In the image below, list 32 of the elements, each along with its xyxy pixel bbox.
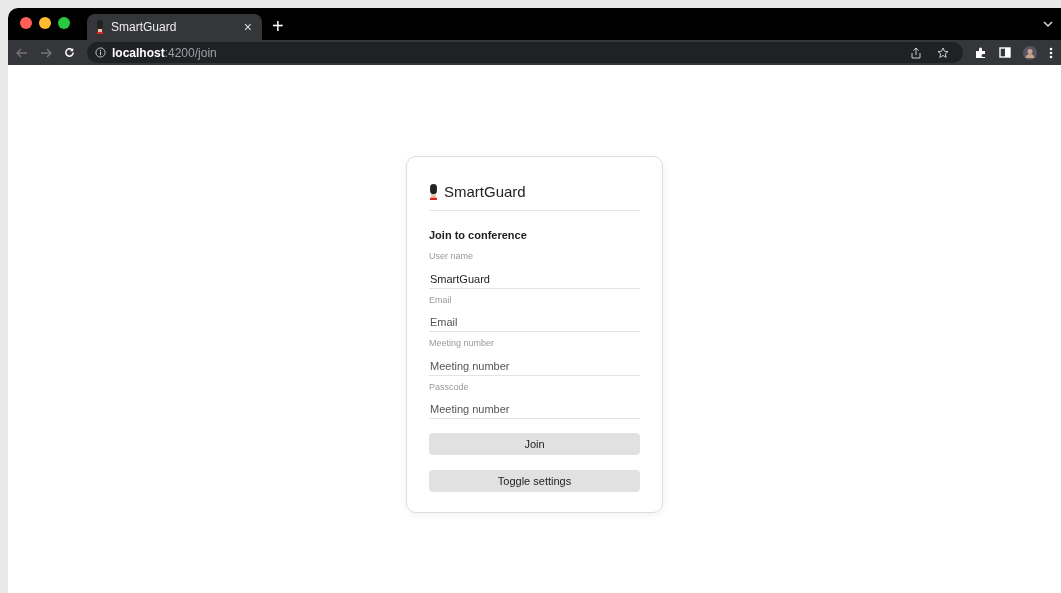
close-window-icon[interactable] bbox=[20, 17, 32, 29]
side-panel-icon[interactable] bbox=[999, 47, 1011, 58]
share-icon[interactable] bbox=[911, 46, 921, 59]
brand-title: SmartGuard bbox=[444, 182, 526, 202]
menu-icon[interactable] bbox=[1049, 46, 1053, 59]
field-label: User name bbox=[429, 250, 474, 263]
maximize-window-icon[interactable] bbox=[58, 17, 70, 29]
forward-icon[interactable] bbox=[40, 47, 52, 58]
close-tab-button[interactable]: × bbox=[243, 16, 252, 38]
input-field[interactable]: Email bbox=[429, 315, 640, 332]
toggle-settings-button[interactable]: Toggle settings bbox=[429, 470, 640, 492]
puzzle-icon[interactable] bbox=[975, 46, 987, 59]
field-label: Email bbox=[429, 293, 453, 307]
new-tab-button[interactable]: + bbox=[272, 14, 284, 38]
address-bar[interactable]: localhost:4200/join bbox=[87, 42, 963, 63]
guard-icon bbox=[429, 184, 438, 201]
avatar-icon[interactable] bbox=[1023, 45, 1037, 60]
browser-tab[interactable]: SmartGuard × bbox=[87, 14, 262, 40]
field-label: Passcode bbox=[429, 380, 470, 394]
guard-icon bbox=[97, 20, 103, 34]
back-icon[interactable] bbox=[16, 47, 28, 58]
info-icon[interactable] bbox=[95, 47, 106, 58]
chevron-down-icon[interactable] bbox=[1043, 21, 1053, 28]
join-button[interactable]: Join bbox=[429, 433, 640, 455]
input-field[interactable]: Meeting number bbox=[429, 402, 640, 419]
reload-icon[interactable] bbox=[64, 47, 75, 58]
url-text: localhost:4200/join bbox=[112, 44, 217, 62]
star-icon[interactable] bbox=[937, 46, 949, 59]
field-label: Meeting number bbox=[429, 337, 496, 350]
minimize-window-icon[interactable] bbox=[39, 17, 51, 29]
tab-title: SmartGuard bbox=[111, 19, 177, 36]
form-heading: Join to conference bbox=[429, 227, 528, 243]
